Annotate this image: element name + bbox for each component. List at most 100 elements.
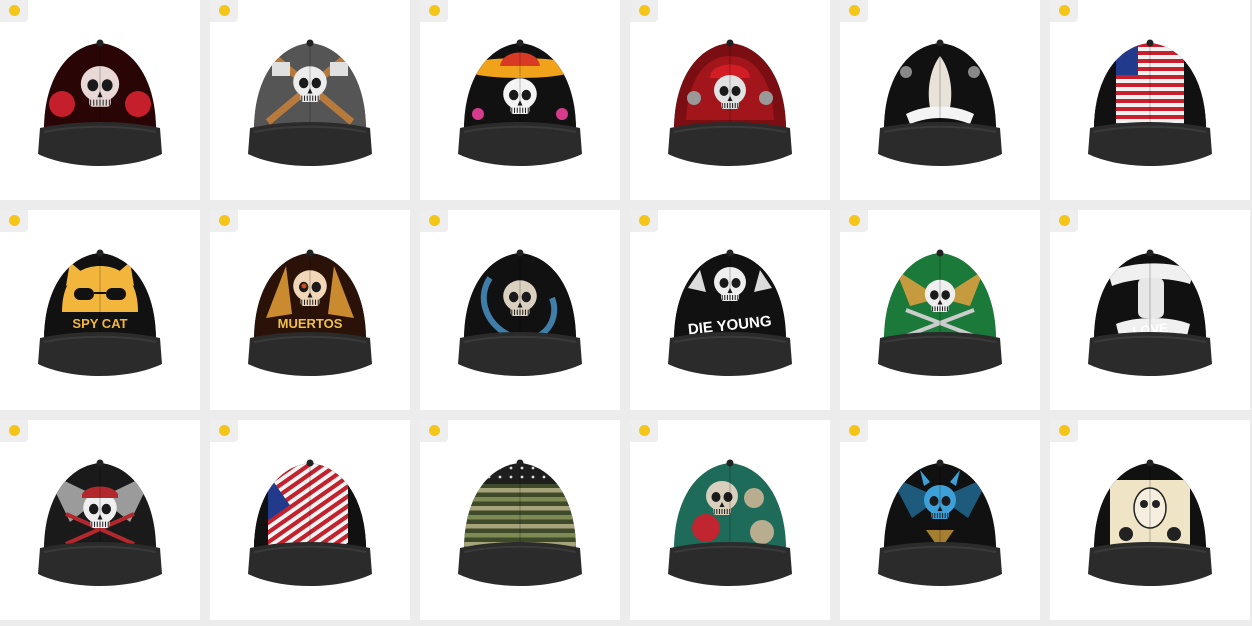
product-card[interactable]: LOVE	[1050, 210, 1250, 410]
status-dot-icon	[639, 5, 650, 16]
skull-eye-right	[101, 79, 113, 92]
cap-icon	[1088, 459, 1212, 586]
flag-star	[564, 466, 568, 470]
product-card[interactable]	[630, 420, 830, 620]
product-image[interactable]	[246, 458, 374, 588]
product-card[interactable]	[0, 0, 200, 200]
cap-icon	[878, 39, 1002, 166]
status-badge	[1050, 0, 1078, 22]
cap-button	[96, 459, 104, 467]
product-card[interactable]	[1050, 0, 1250, 200]
product-card[interactable]	[1050, 420, 1250, 620]
flag-star	[487, 475, 491, 479]
status-dot-icon	[849, 425, 860, 436]
product-image[interactable]	[246, 38, 374, 168]
hand-icon	[1167, 527, 1181, 541]
cap-brim	[38, 542, 162, 586]
product-image[interactable]	[876, 248, 1004, 378]
cap-brim	[668, 542, 792, 586]
cap-icon	[458, 459, 582, 586]
product-card[interactable]	[840, 420, 1040, 620]
status-badge	[1050, 420, 1078, 442]
product-image[interactable]	[456, 38, 584, 168]
flag-star	[487, 466, 491, 470]
product-card[interactable]	[630, 0, 830, 200]
cap-brim	[248, 122, 372, 166]
status-dot-icon	[849, 215, 860, 226]
flag-star	[542, 466, 546, 470]
product-image[interactable]: LOVE	[1086, 248, 1214, 378]
status-badge	[840, 210, 868, 232]
cap-button	[936, 249, 944, 257]
cap-icon	[38, 459, 162, 586]
status-badge	[630, 210, 658, 232]
product-image[interactable]	[456, 248, 584, 378]
product-card[interactable]: DIE YOUNG	[630, 210, 830, 410]
cap-brim	[458, 332, 582, 376]
status-dot-icon	[639, 215, 650, 226]
product-image[interactable]: MUERTOS	[246, 248, 374, 378]
status-badge	[210, 420, 238, 442]
flower-icon	[556, 108, 568, 120]
product-card[interactable]	[840, 0, 1040, 200]
product-card[interactable]	[420, 210, 620, 410]
product-card[interactable]	[210, 420, 410, 620]
piston-icon	[968, 66, 980, 78]
skull-eye-right	[731, 278, 741, 288]
product-image[interactable]	[36, 458, 164, 588]
flag-star	[498, 466, 502, 470]
status-badge	[0, 420, 28, 442]
cap-button	[726, 39, 734, 47]
status-badge	[210, 210, 238, 232]
sunglasses-icon	[106, 288, 126, 300]
product-image[interactable]	[456, 458, 584, 588]
product-card[interactable]	[210, 0, 410, 200]
status-dot-icon	[429, 215, 440, 226]
flower-icon	[472, 108, 484, 120]
status-dot-icon	[429, 5, 440, 16]
sugar-skull-dot	[301, 283, 307, 289]
engine-icon	[759, 91, 773, 105]
skull-eye-right	[101, 503, 112, 515]
cap-button	[516, 249, 524, 257]
rose-icon	[692, 514, 720, 542]
cap-brim	[1088, 332, 1212, 376]
skull-eye-left	[87, 79, 99, 92]
skull-eye-left	[930, 290, 939, 300]
skeleton-hand-icon	[1138, 278, 1164, 318]
product-image[interactable]	[876, 458, 1004, 588]
product-card[interactable]	[420, 0, 620, 200]
skull-eye-right	[311, 281, 322, 293]
product-image[interactable]	[36, 38, 164, 168]
product-card[interactable]: SPY CAT	[0, 210, 200, 410]
product-image[interactable]	[666, 458, 794, 588]
skull-eye-right	[941, 290, 950, 300]
skull-eye-left	[508, 291, 519, 303]
cap-icon: MUERTOS	[248, 249, 372, 376]
product-card[interactable]: MUERTOS	[210, 210, 410, 410]
status-badge	[630, 0, 658, 22]
status-dot-icon	[849, 5, 860, 16]
product-card[interactable]	[840, 210, 1040, 410]
cap-button	[1146, 249, 1154, 257]
cap-brim	[38, 332, 162, 376]
flag-star	[509, 475, 513, 479]
cap-icon: SPY CAT	[38, 249, 162, 376]
product-image[interactable]	[666, 38, 794, 168]
cap-brim	[1088, 542, 1212, 586]
bone-hand-icon	[744, 488, 764, 508]
engine-icon	[687, 91, 701, 105]
product-card[interactable]	[0, 420, 200, 620]
flag-star	[476, 466, 480, 470]
product-image[interactable]	[1086, 458, 1214, 588]
product-image[interactable]: SPY CAT	[36, 248, 164, 378]
product-card[interactable]	[420, 420, 620, 620]
cap-brim	[878, 542, 1002, 586]
product-image[interactable]	[1086, 38, 1214, 168]
dice-icon	[272, 62, 290, 76]
product-image[interactable]	[876, 38, 1004, 168]
sunglasses-icon	[74, 288, 94, 300]
cap-brim	[38, 122, 162, 166]
product-image[interactable]: DIE YOUNG	[666, 248, 794, 378]
flag-star	[476, 475, 480, 479]
